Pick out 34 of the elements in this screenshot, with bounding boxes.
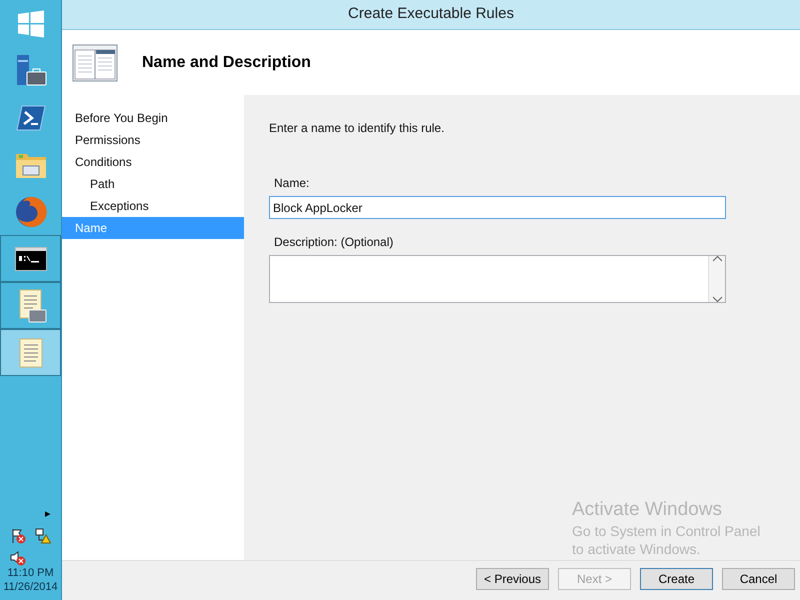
name-input[interactable]: Block AppLocker xyxy=(269,196,726,219)
wizard-step[interactable]: Exceptions xyxy=(62,195,244,217)
activation-title: Activate Windows xyxy=(572,498,723,522)
scrollbar[interactable] xyxy=(708,256,725,302)
wizard-button[interactable]: Create xyxy=(640,568,713,590)
window-panes-icon xyxy=(72,44,118,82)
tray-expand-arrow[interactable]: ▸ xyxy=(45,509,51,520)
scroll-down-icon[interactable] xyxy=(712,296,722,302)
start-icon xyxy=(16,10,44,38)
wizard-step[interactable]: Before You Begin xyxy=(62,107,244,129)
activation-text: Go to System in Control Panel xyxy=(572,522,760,540)
description-label: Description: (Optional) xyxy=(274,234,394,251)
page-heading: Name and Description xyxy=(142,52,311,72)
activation-text: to activate Windows. xyxy=(572,540,702,558)
wizard-step[interactable]: Conditions xyxy=(62,151,244,173)
name-label: Name: xyxy=(274,175,310,192)
wizard-step[interactable]: Path xyxy=(62,173,244,195)
server-toolbox-icon xyxy=(14,54,46,88)
wizard-button[interactable]: < Previous xyxy=(476,568,549,590)
window-title: Create Executable Rules xyxy=(348,4,514,24)
console-icon xyxy=(14,246,46,270)
terminal-prompt-icon xyxy=(16,104,46,130)
instruction-text: Enter a name to identify this rule. xyxy=(269,120,446,137)
clock-date[interactable]: 11/26/2014 xyxy=(0,580,61,594)
scroll-up-icon[interactable] xyxy=(712,256,722,262)
taskbar-button[interactable] xyxy=(0,235,61,282)
description-field[interactable] xyxy=(269,255,726,303)
network-warning-icon[interactable] xyxy=(34,528,51,544)
wizard-button[interactable]: Cancel xyxy=(722,568,795,590)
flag-error-icon[interactable] xyxy=(10,528,26,544)
speaker-muted-icon[interactable] xyxy=(10,550,26,566)
globe-icon xyxy=(14,196,46,228)
clock-time[interactable]: 11:10 PM xyxy=(0,566,61,580)
wizard-step[interactable]: Permissions xyxy=(62,129,244,151)
